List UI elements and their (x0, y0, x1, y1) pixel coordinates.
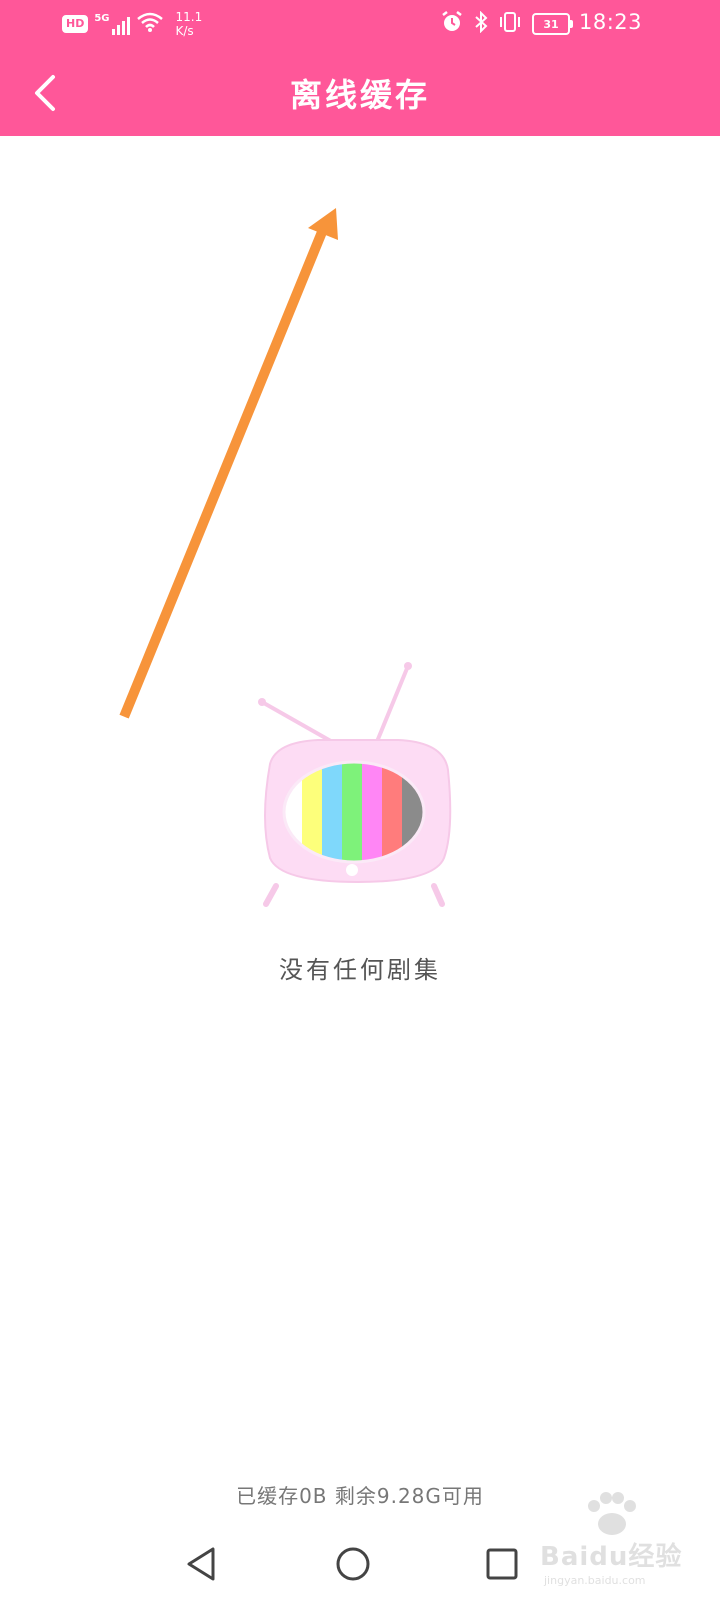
vibrate-icon (498, 11, 522, 37)
status-time: 18:23 (578, 10, 642, 34)
wifi-icon (136, 11, 164, 37)
tv-icon (258, 662, 452, 907)
net-speed-value: 11.1 (175, 10, 203, 24)
bluetooth-icon (474, 10, 488, 37)
status-right: 31 (440, 8, 573, 40)
nav-recents-button[interactable] (474, 1538, 530, 1590)
net-speed: 11.1 K/s (176, 10, 203, 38)
battery-icon: 31 (532, 13, 573, 35)
network-label: 5G (94, 13, 110, 24)
battery-level: 31 (543, 17, 559, 31)
status-bar: HD 5G 11.1 K/s 31 18:23 (0, 0, 720, 48)
circle-home-icon (336, 1547, 370, 1581)
square-recents-icon (486, 1548, 518, 1580)
alarm-icon (440, 10, 464, 38)
status-left: HD 5G 11.1 K/s (62, 8, 202, 40)
triangle-back-icon (187, 1547, 215, 1581)
signal-icon: 5G (94, 13, 130, 35)
app-bar: 离线缓存 (0, 48, 720, 136)
net-speed-unit: K/s (175, 24, 194, 38)
nav-back-button[interactable] (174, 1538, 230, 1590)
nav-home-button[interactable] (325, 1538, 381, 1590)
hd-badge: HD (62, 15, 89, 33)
nav-bar (0, 1530, 720, 1600)
page-title: 离线缓存 (289, 76, 430, 114)
empty-message: 没有任何剧集 (279, 956, 441, 984)
